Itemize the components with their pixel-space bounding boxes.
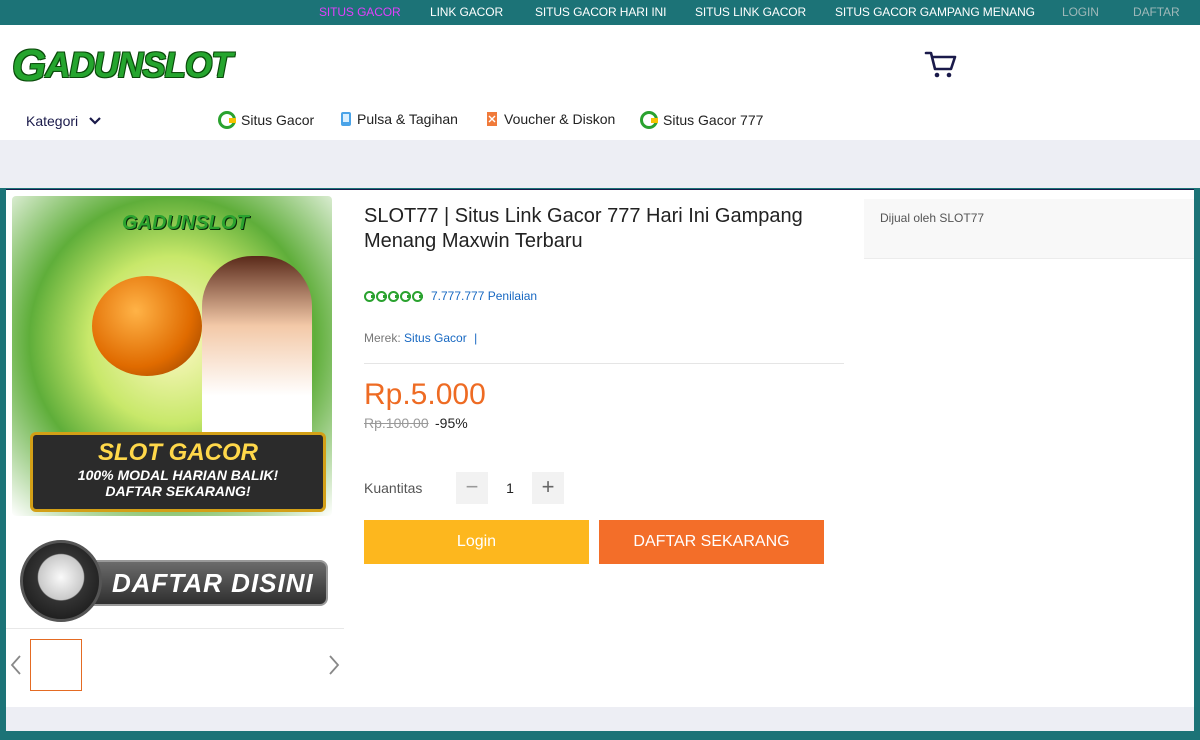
shopping-cart-icon[interactable] xyxy=(924,49,958,79)
quantity-input[interactable] xyxy=(488,472,532,504)
star-icon xyxy=(400,290,411,302)
footer-spacer xyxy=(6,707,1194,731)
gallery-divider xyxy=(6,628,344,629)
girl-character xyxy=(202,256,312,456)
topnav-situs-gacor-hari-ini[interactable]: SITUS GACOR HARI INI xyxy=(535,5,666,19)
gadunslot-g-icon xyxy=(640,111,658,129)
top-navbar: SITUS GACOR LINK GACOR SITUS GACOR HARI … xyxy=(0,0,1200,25)
topnav-link-gacor[interactable]: LINK GACOR xyxy=(430,5,503,19)
nav-pulsa-tagihan[interactable]: Pulsa & Tagihan xyxy=(340,111,458,127)
star-icon xyxy=(388,290,399,302)
seller-text: Dijual oleh SLOT77 xyxy=(880,211,985,225)
product-image[interactable]: GADUNSLOT SLOT GACOR 100% MODAL HARIAN B… xyxy=(12,196,332,516)
site-header: GADUNSLOT Kategori Situs Gacor Pulsa & T… xyxy=(0,25,1200,140)
seller-info: Dijual oleh SLOT77 xyxy=(864,199,1194,259)
astronaut-icon xyxy=(20,540,102,622)
star-icon xyxy=(376,290,387,302)
chevron-down-icon xyxy=(89,117,101,125)
rating-stars xyxy=(364,290,423,302)
nav-situs-gacor-777[interactable]: Situs Gacor 777 xyxy=(640,111,763,129)
topnav-situs-link-gacor[interactable]: SITUS LINK GACOR xyxy=(695,5,806,19)
nav-pulsa-tagihan-label: Pulsa & Tagihan xyxy=(357,111,458,127)
topnav-situs-gacor[interactable]: SITUS GACOR xyxy=(319,5,401,19)
phone-icon xyxy=(341,112,351,126)
nav-voucher-diskon[interactable]: Voucher & Diskon xyxy=(485,111,615,127)
star-icon xyxy=(364,290,375,302)
product-price: Rp.5.000 xyxy=(364,378,486,411)
discount-badge: -95% xyxy=(435,415,468,431)
product-rating: 7.777.777 Penilaian xyxy=(364,289,537,303)
header-spacer xyxy=(0,140,1200,188)
quantity-decrease-button[interactable]: − xyxy=(456,472,488,504)
login-button[interactable]: Login xyxy=(364,520,589,564)
topnav-login[interactable]: LOGIN xyxy=(1062,5,1099,19)
brand-row: Merek: Situs Gacor | xyxy=(364,331,477,345)
topnav-situs-gacor-gampang-menang[interactable]: SITUS GACOR GAMPANG MENANG xyxy=(835,5,1035,19)
quantity-label: Kuantitas xyxy=(364,480,423,496)
chevron-left-icon[interactable] xyxy=(10,654,22,682)
gadunslot-g-icon xyxy=(218,111,236,129)
quantity-increase-button[interactable]: + xyxy=(532,472,564,504)
nav-voucher-diskon-label: Voucher & Diskon xyxy=(504,111,616,127)
brand-label: Merek: xyxy=(364,331,401,345)
gallery-thumbnail[interactable] xyxy=(30,639,82,691)
star-icon xyxy=(412,290,423,302)
brand-separator: | xyxy=(474,331,478,345)
nav-situs-gacor[interactable]: Situs Gacor xyxy=(218,111,314,129)
rating-count-link[interactable]: 7.777.777 Penilaian xyxy=(431,289,537,303)
kategori-label: Kategori xyxy=(26,113,79,129)
kategori-dropdown[interactable]: Kategori xyxy=(26,113,102,129)
nav-situs-gacor-label: Situs Gacor xyxy=(241,112,315,128)
product-title: SLOT77 | Situs Link Gacor 777 Hari Ini G… xyxy=(364,205,803,252)
promo-cta: DAFTAR SEKARANG! xyxy=(105,483,251,499)
voucher-icon xyxy=(487,112,497,126)
pumpkin-character xyxy=(92,276,202,376)
daftar-disini-banner[interactable]: DAFTAR DISINI xyxy=(20,540,330,622)
nav-situs-gacor-777-label: Situs Gacor 777 xyxy=(663,112,764,128)
promo-banner: SLOT GACOR 100% MODAL HARIAN BALIK! DAFT… xyxy=(30,432,326,512)
site-logo[interactable]: GADUNSLOT xyxy=(12,41,233,91)
details-divider xyxy=(364,363,844,364)
chevron-right-icon[interactable] xyxy=(328,654,340,682)
topnav-daftar[interactable]: DAFTAR xyxy=(1133,5,1180,19)
daftar-sekarang-button[interactable]: DAFTAR SEKARANG xyxy=(599,520,824,564)
promo-logo: GADUNSLOT xyxy=(122,212,249,234)
promo-subline: 100% MODAL HARIAN BALIK! xyxy=(77,467,279,483)
brand-link[interactable]: Situs Gacor xyxy=(404,331,467,345)
promo-headline: SLOT GACOR xyxy=(98,439,258,466)
original-price: Rp.100.00 xyxy=(364,415,429,431)
